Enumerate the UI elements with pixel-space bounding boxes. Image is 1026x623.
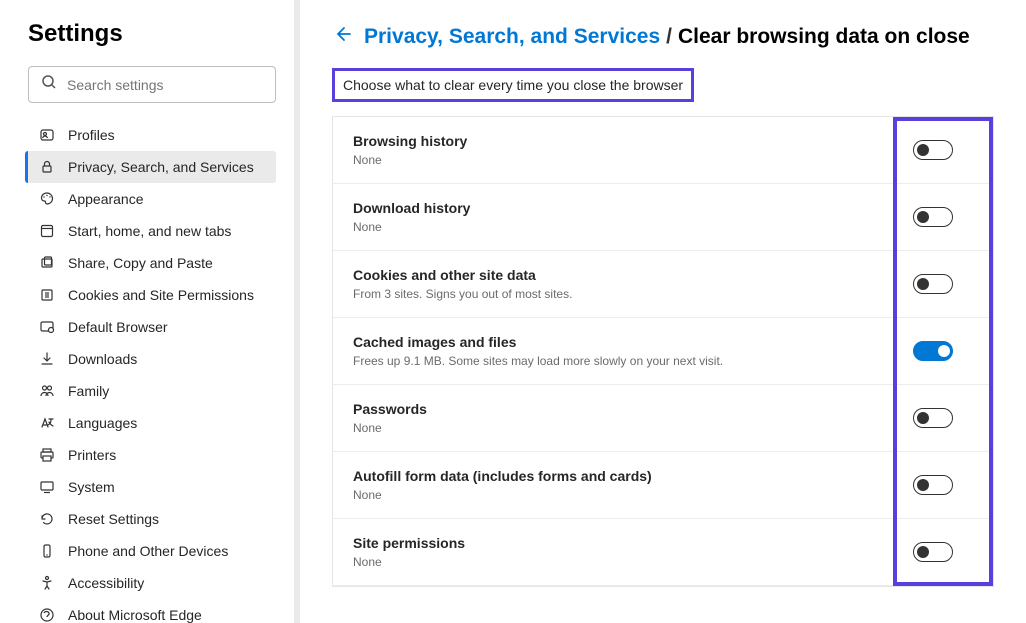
setting-desc: From 3 sites. Signs you out of most site… <box>353 287 893 301</box>
sidebar-item-label: Default Browser <box>68 319 168 335</box>
cookies-icon <box>38 286 56 304</box>
sidebar-item-label: Languages <box>68 415 137 431</box>
settings-title: Settings <box>28 20 276 48</box>
sidebar-item-downloads[interactable]: Downloads <box>28 343 276 375</box>
sidebar-item-label: Share, Copy and Paste <box>68 255 213 271</box>
setting-label: Cookies and other site data <box>353 267 893 283</box>
sidebar-item-phone[interactable]: Phone and Other Devices <box>28 535 276 567</box>
sidebar-item-appearance[interactable]: Appearance <box>28 183 276 215</box>
setting-desc: None <box>353 153 893 167</box>
setting-row-cookies: Cookies and other site data From 3 sites… <box>333 251 993 318</box>
appearance-icon <box>38 190 56 208</box>
setting-row-browsing-history: Browsing history None <box>333 117 993 184</box>
sidebar-item-privacy[interactable]: Privacy, Search, and Services <box>25 151 276 183</box>
breadcrumb-separator: / <box>666 25 672 49</box>
toggle-download-history[interactable] <box>913 207 953 227</box>
search-icon <box>41 74 67 95</box>
languages-icon <box>38 414 56 432</box>
settings-nav: Profiles Privacy, Search, and Services A… <box>28 119 276 623</box>
system-icon <box>38 478 56 496</box>
accessibility-icon <box>38 574 56 592</box>
sidebar-item-label: About Microsoft Edge <box>68 607 202 623</box>
setting-label: Autofill form data (includes forms and c… <box>353 468 893 484</box>
search-input[interactable] <box>67 77 263 93</box>
toggle-site-permissions[interactable] <box>913 542 953 562</box>
family-icon <box>38 382 56 400</box>
sidebar-item-label: Downloads <box>68 351 137 367</box>
toggle-autofill[interactable] <box>913 475 953 495</box>
sidebar-item-default-browser[interactable]: Default Browser <box>28 311 276 343</box>
setting-desc: None <box>353 220 893 234</box>
sidebar-item-label: Privacy, Search, and Services <box>68 159 254 175</box>
phone-icon <box>38 542 56 560</box>
sidebar-item-label: Profiles <box>68 127 115 143</box>
sidebar-item-label: Printers <box>68 447 116 463</box>
setting-label: Cached images and files <box>353 334 893 350</box>
main-content: Privacy, Search, and Services / Clear br… <box>300 0 1026 623</box>
search-settings-box[interactable] <box>28 66 276 103</box>
sidebar-item-printers[interactable]: Printers <box>28 439 276 471</box>
sidebar-item-label: Appearance <box>68 191 144 207</box>
sidebar-item-reset[interactable]: Reset Settings <box>28 503 276 535</box>
section-subtitle: Choose what to clear every time you clos… <box>332 68 694 102</box>
setting-row-download-history: Download history None <box>333 184 993 251</box>
setting-label: Passwords <box>353 401 893 417</box>
setting-desc: None <box>353 488 893 502</box>
setting-label: Browsing history <box>353 133 893 149</box>
toggle-browsing-history[interactable] <box>913 140 953 160</box>
printers-icon <box>38 446 56 464</box>
sidebar-item-start[interactable]: Start, home, and new tabs <box>28 215 276 247</box>
about-icon <box>38 606 56 623</box>
sidebar-item-label: Reset Settings <box>68 511 159 527</box>
sidebar-item-family[interactable]: Family <box>28 375 276 407</box>
default-browser-icon <box>38 318 56 336</box>
setting-desc: Frees up 9.1 MB. Some sites may load mor… <box>353 354 893 368</box>
sidebar-item-system[interactable]: System <box>28 471 276 503</box>
sidebar-item-share[interactable]: Share, Copy and Paste <box>28 247 276 279</box>
share-icon <box>38 254 56 272</box>
sidebar-item-cookies[interactable]: Cookies and Site Permissions <box>28 279 276 311</box>
setting-desc: None <box>353 421 893 435</box>
sidebar-item-accessibility[interactable]: Accessibility <box>28 567 276 599</box>
clear-data-settings-card: Browsing history None Download history N… <box>332 116 994 587</box>
privacy-icon <box>38 158 56 176</box>
downloads-icon <box>38 350 56 368</box>
toggle-cached[interactable] <box>913 341 953 361</box>
settings-sidebar: Settings Profiles Privacy, Search, and S… <box>0 0 300 623</box>
setting-label: Download history <box>353 200 893 216</box>
reset-icon <box>38 510 56 528</box>
setting-desc: None <box>353 555 893 569</box>
setting-row-passwords: Passwords None <box>333 385 993 452</box>
sidebar-item-label: Start, home, and new tabs <box>68 223 231 239</box>
sidebar-item-label: Family <box>68 383 109 399</box>
toggle-passwords[interactable] <box>913 408 953 428</box>
sidebar-item-languages[interactable]: Languages <box>28 407 276 439</box>
sidebar-item-profiles[interactable]: Profiles <box>28 119 276 151</box>
sidebar-item-about[interactable]: About Microsoft Edge <box>28 599 276 623</box>
profiles-icon <box>38 126 56 144</box>
breadcrumb-link[interactable]: Privacy, Search, and Services <box>364 25 660 49</box>
setting-row-autofill: Autofill form data (includes forms and c… <box>333 452 993 519</box>
sidebar-item-label: Phone and Other Devices <box>68 543 228 559</box>
setting-row-site-permissions: Site permissions None <box>333 519 993 586</box>
toggle-cookies[interactable] <box>913 274 953 294</box>
sidebar-item-label: Cookies and Site Permissions <box>68 287 254 303</box>
back-arrow-icon[interactable] <box>332 24 352 50</box>
breadcrumb: Privacy, Search, and Services / Clear br… <box>332 24 994 50</box>
setting-label: Site permissions <box>353 535 893 551</box>
sidebar-item-label: Accessibility <box>68 575 144 591</box>
sidebar-item-label: System <box>68 479 115 495</box>
breadcrumb-current: Clear browsing data on close <box>678 25 970 49</box>
start-icon <box>38 222 56 240</box>
setting-row-cached: Cached images and files Frees up 9.1 MB.… <box>333 318 993 385</box>
